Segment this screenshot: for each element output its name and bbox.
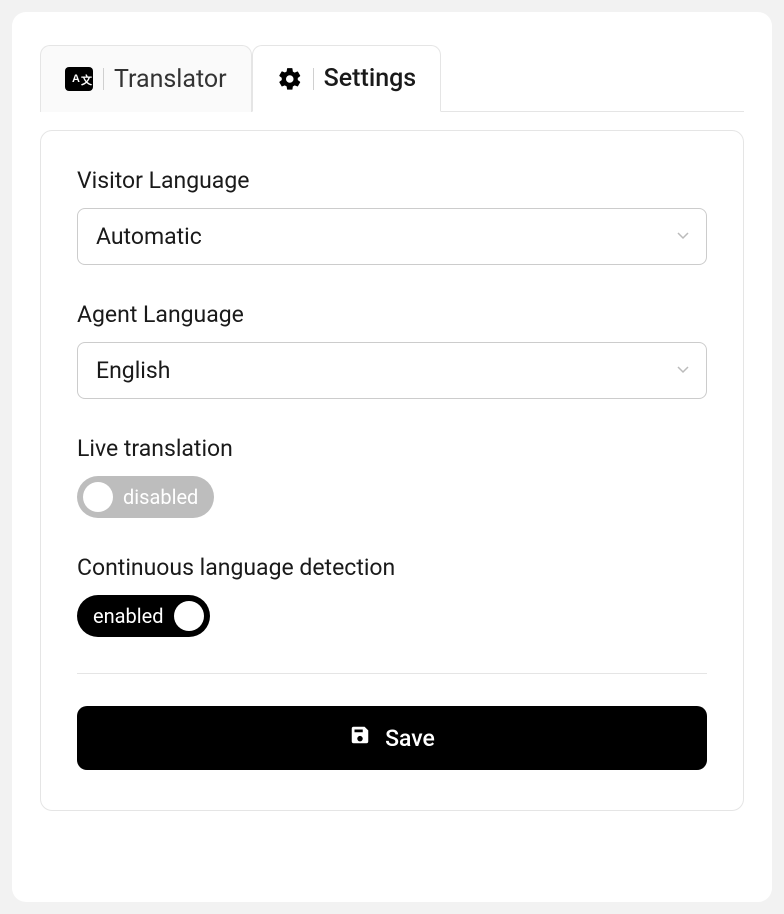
visitor-language-select[interactable]: Automatic — [77, 208, 707, 265]
continuous-detection-label: Continuous language detection — [77, 554, 707, 581]
svg-text:文: 文 — [81, 73, 93, 87]
live-translation-label: Live translation — [77, 435, 707, 462]
agent-language-select-wrap: English — [77, 342, 707, 399]
visitor-language-label: Visitor Language — [77, 167, 707, 194]
tab-settings-label: Settings — [324, 64, 417, 93]
agent-language-field: Agent Language English — [77, 301, 707, 399]
live-translation-toggle[interactable]: disabled — [77, 476, 214, 518]
tab-divider — [313, 68, 314, 90]
visitor-language-select-wrap: Automatic — [77, 208, 707, 265]
toggle-knob — [174, 601, 204, 631]
svg-text:A: A — [72, 73, 80, 85]
visitor-language-field: Visitor Language Automatic — [77, 167, 707, 265]
toggle-knob — [83, 482, 113, 512]
live-translation-field: Live translation disabled — [77, 435, 707, 518]
save-button[interactable]: Save — [77, 706, 707, 770]
settings-page: A 文 Translator Settings Visitor Language… — [12, 12, 772, 902]
agent-language-label: Agent Language — [77, 301, 707, 328]
tab-bar: A 文 Translator Settings — [40, 44, 744, 112]
gear-icon — [277, 66, 303, 92]
divider — [77, 673, 707, 674]
settings-panel: Visitor Language Automatic Agent Languag… — [40, 130, 744, 811]
tab-divider — [103, 68, 104, 90]
continuous-detection-toggle[interactable]: enabled — [77, 595, 210, 637]
tab-translator[interactable]: A 文 Translator — [40, 45, 252, 112]
tab-translator-label: Translator — [114, 65, 227, 94]
save-button-label: Save — [385, 725, 435, 752]
tab-settings[interactable]: Settings — [252, 45, 442, 112]
save-icon — [349, 724, 371, 752]
agent-language-select[interactable]: English — [77, 342, 707, 399]
continuous-detection-field: Continuous language detection enabled — [77, 554, 707, 637]
continuous-detection-state: enabled — [83, 604, 174, 628]
live-translation-state: disabled — [113, 485, 208, 509]
translate-icon: A 文 — [65, 67, 93, 91]
